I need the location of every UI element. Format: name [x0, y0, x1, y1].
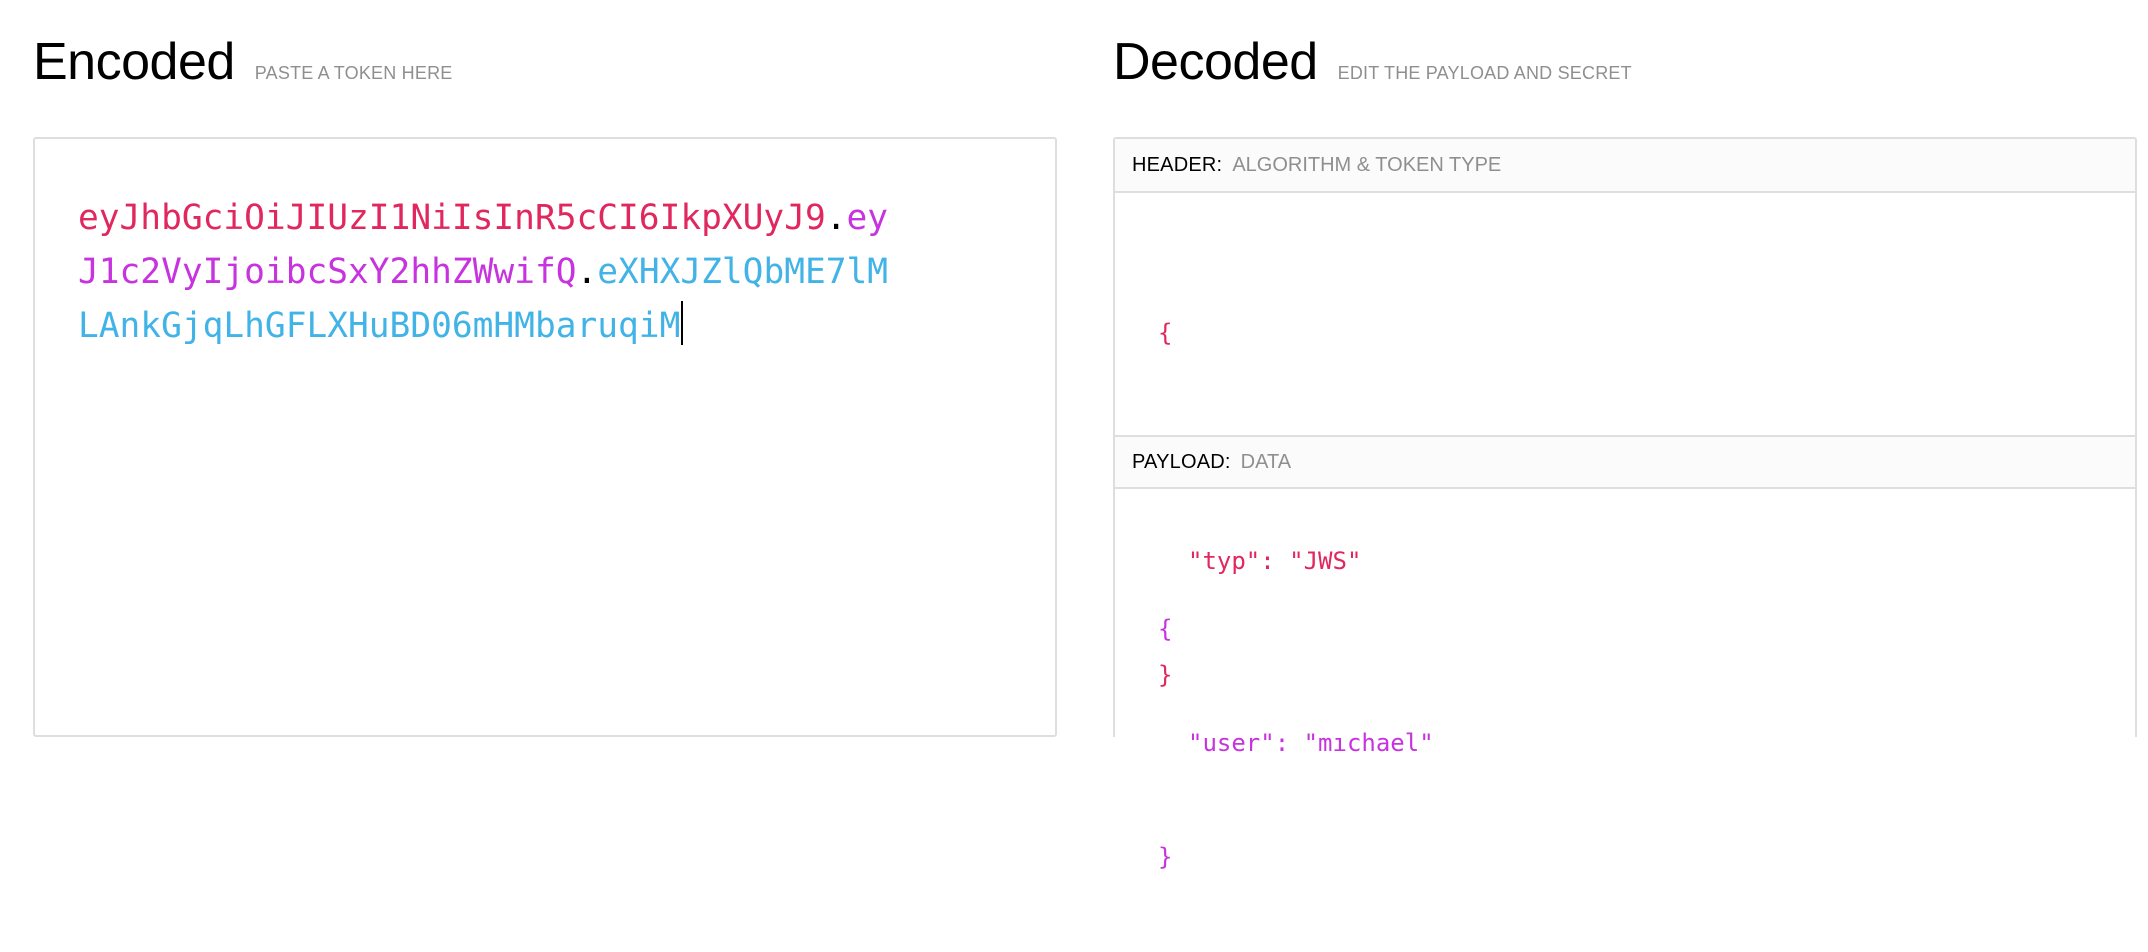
- decoded-subtitle: EDIT THE PAYLOAD AND SECRET: [1337, 63, 1632, 83]
- header-section-desc: ALGORITHM & TOKEN TYPE: [1232, 153, 1502, 176]
- token-line: J1c2VyIjoibcSxY2hhZWwifQ.eXHXJZlQbME7lM: [78, 245, 978, 299]
- token-payload-part: ey: [846, 198, 889, 238]
- token-signature-part: LAnkGjqLhGFLXHuBD06mHMbaruqiM: [78, 306, 681, 346]
- json-line: "user": "mıchael": [1188, 729, 1434, 757]
- payload-section-desc: DATA: [1240, 450, 1292, 473]
- json-line: }: [1158, 843, 1173, 871]
- token-separator-dot: .: [825, 198, 847, 238]
- decoded-panel: HEADER: ALGORITHM & TOKEN TYPE { "alg": …: [1113, 137, 2137, 871]
- token-signature-part: eXHXJZlQbME7lM: [597, 252, 889, 292]
- payload-json-editor[interactable]: { "user": "mıchael" }: [1158, 534, 1434, 952]
- token-text[interactable]: eyJhbGciOiJIUzI1NiIsInR5cCI6IkpXUyJ9.ey …: [78, 191, 978, 353]
- token-separator-dot: .: [576, 252, 598, 292]
- header-section-title: HEADER: ALGORITHM & TOKEN TYPE: [1115, 139, 2135, 193]
- encoded-token-input[interactable]: eyJhbGciOiJIUzI1NiIsInR5cCI6IkpXUyJ9.ey …: [33, 137, 1057, 737]
- text-caret: [681, 301, 684, 345]
- token-header-part: eyJhbGciOiJIUzI1NiIsInR5cCI6IkpXUyJ9: [78, 198, 826, 238]
- decoded-title: Decoded: [1113, 33, 1318, 91]
- token-line: eyJhbGciOiJIUzI1NiIsInR5cCI6IkpXUyJ9.ey: [78, 191, 978, 245]
- json-line: {: [1158, 615, 1173, 643]
- encoded-title: Encoded: [33, 33, 235, 91]
- encoded-subtitle: PASTE A TOKEN HERE: [254, 63, 453, 83]
- payload-section-title: PAYLOAD: DATA: [1115, 435, 2135, 489]
- token-payload-part: J1c2VyIjoibcSxY2hhZWwifQ: [78, 252, 577, 292]
- json-line: {: [1158, 319, 1173, 347]
- payload-section-label: PAYLOAD:: [1132, 450, 1231, 473]
- token-line: LAnkGjqLhGFLXHuBD06mHMbaruqiM: [78, 299, 978, 353]
- decoded-heading: Decoded EDIT THE PAYLOAD AND SECRET: [1113, 36, 1632, 88]
- header-section-label: HEADER:: [1132, 153, 1223, 176]
- encoded-heading: Encoded PASTE A TOKEN HERE: [33, 36, 452, 88]
